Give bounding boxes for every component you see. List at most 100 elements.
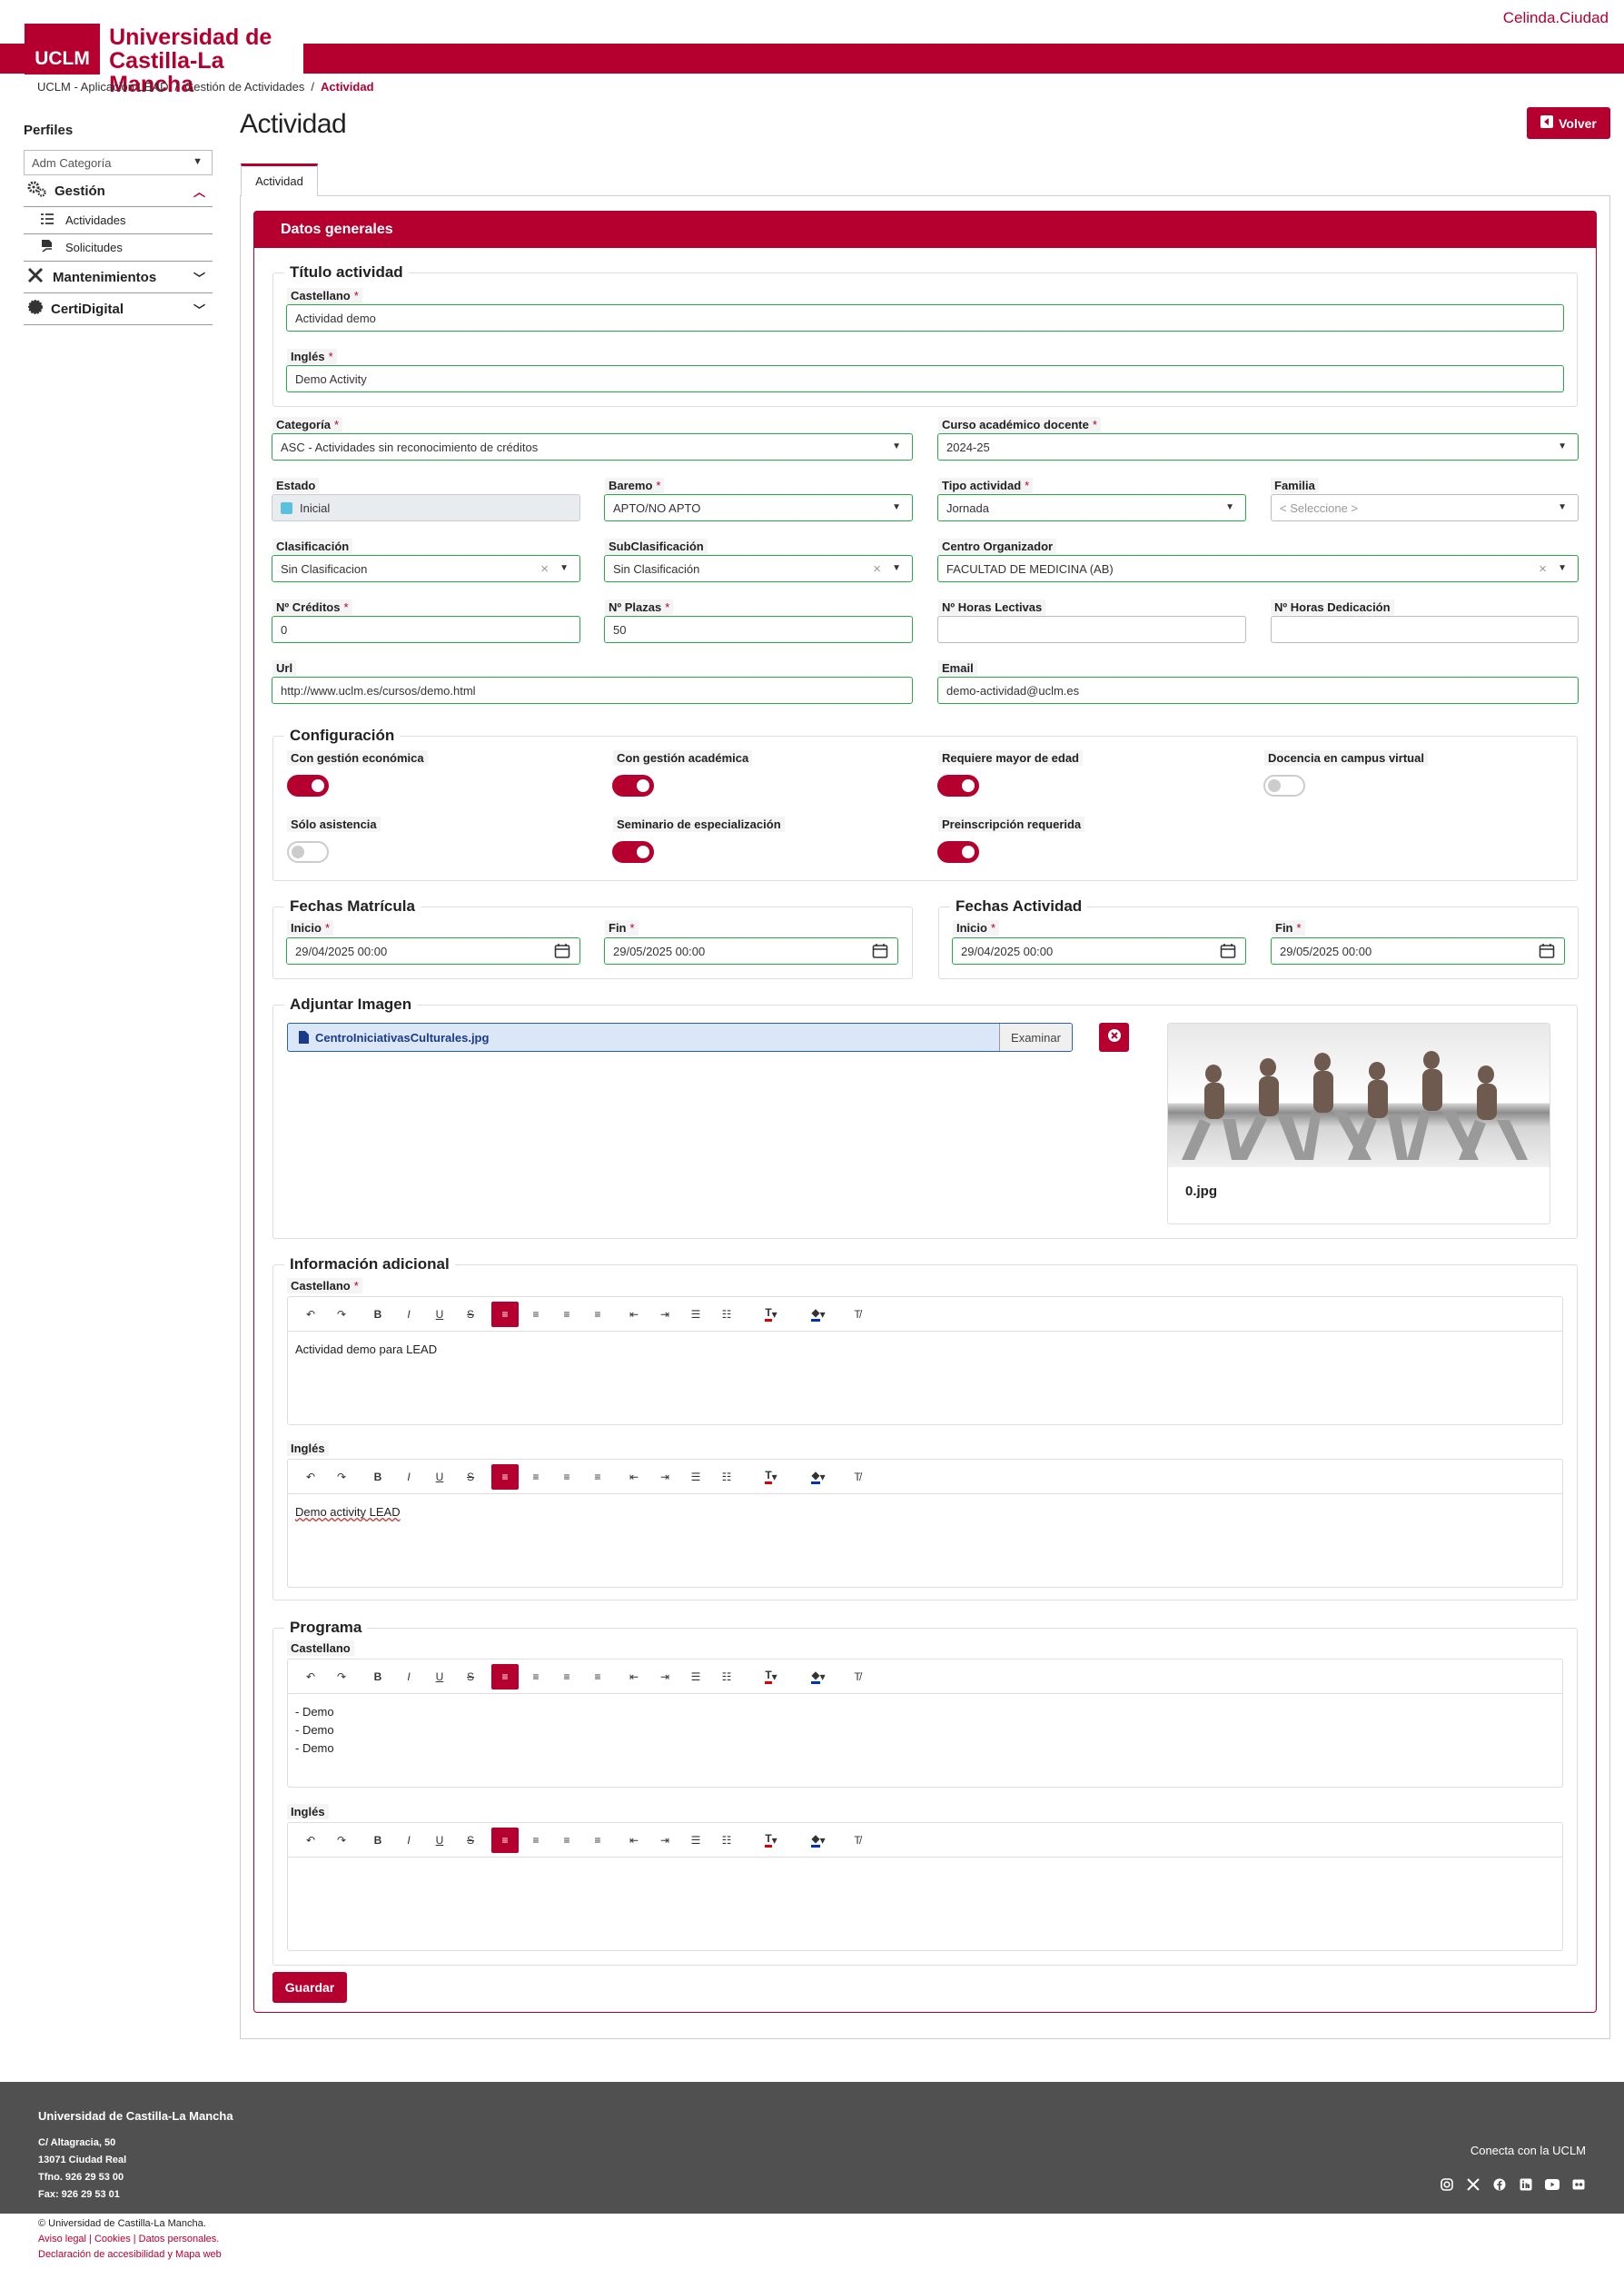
instagram-icon[interactable] (1439, 2176, 1454, 2192)
sidebar-item-mantenimientos[interactable]: Mantenimientos ﹀ (24, 262, 213, 293)
familia-select[interactable]: < Seleccione > ▼ (1271, 494, 1579, 521)
align-left-icon[interactable]: ≡ (491, 1827, 519, 1853)
numbered-list-icon[interactable]: ☷ (711, 1828, 742, 1853)
titulo-ingles-input[interactable]: Demo Activity (286, 365, 1564, 392)
align-right-icon[interactable]: ≡ (551, 1664, 582, 1689)
remove-image-button[interactable] (1099, 1023, 1129, 1052)
toggle-solo-asistencia[interactable] (287, 841, 329, 863)
redo-icon[interactable]: ↷ (326, 1664, 357, 1689)
toggle-gestion-economica[interactable] (287, 775, 329, 797)
bold-icon[interactable]: B (362, 1464, 393, 1490)
horas-lectivas-input[interactable] (937, 616, 1246, 643)
bullet-list-icon[interactable]: ☰ (680, 1664, 711, 1689)
matricula-fin-input[interactable]: 29/05/2025 00:00 (604, 937, 898, 965)
highlight-color-icon[interactable]: ◆ ▾ (795, 1664, 842, 1689)
programa-ingles-editor[interactable]: ↶ ↷ B I U S ≡ ≡ ≡ ≡ ⇤ ⇥ ☰ ☷ T ▾ ◆ ▾ T̸ (287, 1822, 1563, 1951)
align-justify-icon[interactable]: ≡ (582, 1302, 613, 1327)
sidebar-item-certidigital[interactable]: CertiDigital ﹀ (24, 293, 213, 325)
programa-castellano-editor[interactable]: ↶ ↷ B I U S ≡ ≡ ≡ ≡ ⇤ ⇥ ☰ ☷ T ▾ ◆ ▾ T̸ - Demo - Demo - D… (287, 1659, 1563, 1788)
clear-format-icon[interactable]: T̸ (842, 1464, 873, 1490)
numbered-list-icon[interactable]: ☷ (711, 1302, 742, 1327)
outdent-icon[interactable]: ⇤ (619, 1464, 649, 1490)
sidebar-subitem-solicitudes[interactable]: Solicitudes (24, 234, 213, 262)
align-left-icon[interactable]: ≡ (491, 1301, 519, 1327)
sidebar-subitem-actividades[interactable]: Actividades (24, 207, 213, 234)
editor-content[interactable]: - Demo - Demo - Demo (288, 1694, 1562, 1767)
indent-icon[interactable]: ⇥ (649, 1828, 680, 1853)
tab-actividad[interactable]: Actividad (241, 163, 318, 196)
underline-icon[interactable]: U (424, 1828, 455, 1853)
curso-select[interactable]: 2024-25 ▼ (937, 433, 1579, 461)
align-left-icon[interactable]: ≡ (491, 1663, 519, 1689)
numbered-list-icon[interactable]: ☷ (711, 1664, 742, 1689)
highlight-color-icon[interactable]: ◆ ▾ (795, 1464, 842, 1490)
bold-icon[interactable]: B (362, 1302, 393, 1327)
toggle-preinscripcion[interactable] (937, 841, 979, 863)
indent-icon[interactable]: ⇥ (649, 1302, 680, 1327)
facebook-icon[interactable] (1491, 2176, 1507, 2192)
redo-icon[interactable]: ↷ (326, 1828, 357, 1853)
align-right-icon[interactable]: ≡ (551, 1464, 582, 1490)
text-color-icon[interactable]: T ▾ (748, 1464, 795, 1490)
editor-content[interactable]: Actividad demo para LEAD (288, 1332, 1562, 1368)
toggle-mayor-edad[interactable] (937, 775, 979, 797)
categoria-select[interactable]: ASC - Actividades sin reconocimiento de … (272, 433, 913, 461)
underline-icon[interactable]: U (424, 1464, 455, 1490)
titulo-castellano-input[interactable]: Actividad demo (286, 304, 1564, 332)
redo-icon[interactable]: ↷ (326, 1302, 357, 1327)
legal-links[interactable]: Aviso legal | Cookies | Datos personales… (38, 2234, 219, 2244)
undo-icon[interactable]: ↶ (295, 1464, 326, 1490)
linkedin-icon[interactable] (1518, 2176, 1533, 2192)
underline-icon[interactable]: U (424, 1664, 455, 1689)
redo-icon[interactable]: ↷ (326, 1464, 357, 1490)
toggle-seminario[interactable] (612, 841, 654, 863)
text-color-icon[interactable]: T ▾ (748, 1664, 795, 1689)
flickr-icon[interactable] (1570, 2176, 1586, 2192)
youtube-icon[interactable] (1544, 2176, 1560, 2192)
italic-icon[interactable]: I (393, 1828, 424, 1853)
undo-icon[interactable]: ↶ (295, 1302, 326, 1327)
highlight-color-icon[interactable]: ◆ ▾ (795, 1828, 842, 1853)
outdent-icon[interactable]: ⇤ (619, 1828, 649, 1853)
actividad-fin-input[interactable]: 29/05/2025 00:00 (1271, 937, 1565, 965)
info-ingles-editor[interactable]: ↶ ↷ B I U S ≡ ≡ ≡ ≡ ⇤ ⇥ ☰ ☷ T ▾ ◆ ▾ T̸ Demo activity LEA… (287, 1459, 1563, 1588)
align-right-icon[interactable]: ≡ (551, 1302, 582, 1327)
subclasificacion-select[interactable]: Sin Clasificación × ▼ (604, 555, 913, 582)
bullet-list-icon[interactable]: ☰ (680, 1302, 711, 1327)
numbered-list-icon[interactable]: ☷ (711, 1464, 742, 1490)
toggle-gestion-academica[interactable] (612, 775, 654, 797)
user-menu-link[interactable]: Celinda.Ciudad (1503, 9, 1609, 27)
profile-select[interactable]: Adm Categoría ▼ (24, 150, 213, 175)
url-input[interactable]: http://www.uclm.es/cursos/demo.html (272, 677, 913, 704)
italic-icon[interactable]: I (393, 1664, 424, 1689)
horas-dedicacion-input[interactable] (1271, 616, 1579, 643)
x-twitter-icon[interactable] (1465, 2176, 1480, 2192)
editor-content[interactable]: Demo activity LEAD (288, 1494, 1562, 1531)
email-input[interactable]: demo-actividad@uclm.es (937, 677, 1579, 704)
bold-icon[interactable]: B (362, 1828, 393, 1853)
align-right-icon[interactable]: ≡ (551, 1828, 582, 1853)
back-button[interactable]: Volver (1527, 107, 1610, 139)
plazas-input[interactable]: 50 (604, 616, 913, 643)
align-left-icon[interactable]: ≡ (491, 1463, 519, 1490)
bold-icon[interactable]: B (362, 1664, 393, 1689)
align-center-icon[interactable]: ≡ (520, 1302, 551, 1327)
align-center-icon[interactable]: ≡ (520, 1464, 551, 1490)
strikethrough-icon[interactable]: S (455, 1828, 486, 1853)
clear-format-icon[interactable]: T̸ (842, 1828, 873, 1853)
accessibility-links[interactable]: Declaración de accesibilidad y Mapa web (38, 2249, 222, 2260)
creditos-input[interactable]: 0 (272, 616, 580, 643)
actividad-inicio-input[interactable]: 29/04/2025 00:00 (952, 937, 1246, 965)
italic-icon[interactable]: I (393, 1464, 424, 1490)
align-justify-icon[interactable]: ≡ (582, 1664, 613, 1689)
file-input[interactable]: CentroIniciativasCulturales.jpg Examinar (287, 1023, 1073, 1052)
bullet-list-icon[interactable]: ☰ (680, 1464, 711, 1490)
uclm-logo[interactable]: UCLM Universidad de Castilla-La Mancha (25, 24, 303, 96)
bullet-list-icon[interactable]: ☰ (680, 1828, 711, 1853)
align-center-icon[interactable]: ≡ (520, 1828, 551, 1853)
undo-icon[interactable]: ↶ (295, 1828, 326, 1853)
breadcrumb-item-home[interactable]: UCLM - Aplicación LEAD (37, 80, 169, 94)
centro-select[interactable]: FACULTAD DE MEDICINA (AB) × ▼ (937, 555, 1579, 582)
editor-content[interactable] (288, 1858, 1562, 1876)
strikethrough-icon[interactable]: S (455, 1664, 486, 1689)
